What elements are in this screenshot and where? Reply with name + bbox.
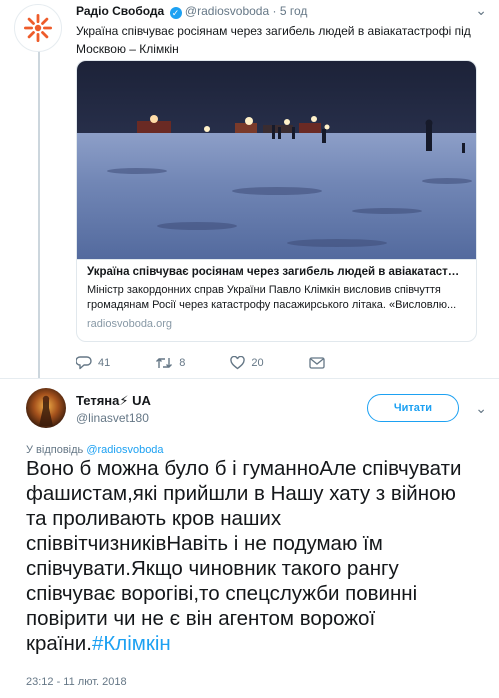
reply-count: 41 [98,357,111,369]
tweet-time[interactable]: 5 год [280,4,308,18]
author-handle[interactable]: @radiosvoboda [185,4,269,18]
tweet-header: Радіо Свобода ✓ @radiosvoboda · 5 год [76,4,307,19]
hashtag-link[interactable]: #Клімкін [92,632,171,655]
card-title[interactable]: Україна співчуває росіянам через загибел… [87,266,466,278]
tweet-actions: 41 8 20 [76,356,331,370]
card-domain: radiosvoboda.org [87,318,173,330]
retweet-button[interactable]: 8 [155,356,185,370]
chevron-down-icon[interactable]: ⌄ [475,2,487,19]
card-image [77,61,476,259]
like-button[interactable]: 20 [230,356,264,370]
heart-icon [230,356,246,370]
author-name[interactable]: Радіо Свобода [76,4,164,18]
reply-context: У відповідь @radiosvoboda [26,444,164,456]
separator: · [272,4,277,18]
reply-button[interactable]: 41 [76,356,110,370]
card-description: Міністр закордонних справ України Павло … [87,284,457,311]
verified-badge-icon: ✓ [169,7,182,19]
follow-button[interactable]: Читати [367,394,459,422]
radio-svoboda-logo-icon[interactable] [14,4,62,52]
like-count: 20 [251,357,264,369]
reply-author-name[interactable]: Тетяна⚡ UA [76,393,151,409]
parent-tweet[interactable]: Радіо Свобода ✓ @radiosvoboda · 5 год ⌄ … [0,0,499,378]
retweet-count: 8 [179,357,186,369]
reply-icon [76,356,92,370]
divider [0,378,499,379]
reply-tweet-text: Воно б можна було б і гуманноАле співчув… [26,456,476,656]
reply-text-body: Воно б можна було б і гуманноАле співчув… [26,457,462,655]
avatar[interactable] [26,388,66,428]
envelope-icon [308,357,325,369]
chevron-down-icon[interactable]: ⌄ [475,400,487,417]
reply-mention-link[interactable]: @radiosvoboda [86,444,163,456]
reply-author-handle[interactable]: @linasvet180 [76,411,149,425]
reply-prefix: У відповідь [26,444,84,456]
link-card[interactable]: Україна співчуває росіянам через загибел… [76,60,477,342]
dm-button[interactable] [308,357,331,369]
tweet-text: Україна співчуває росіянам через загибел… [76,24,471,56]
tweet-timestamp[interactable]: 23:12 - 11 лют. 2018 [26,676,127,688]
card-body: Україна співчуває росіянам через загибел… [77,259,476,341]
retweet-icon [156,358,173,368]
